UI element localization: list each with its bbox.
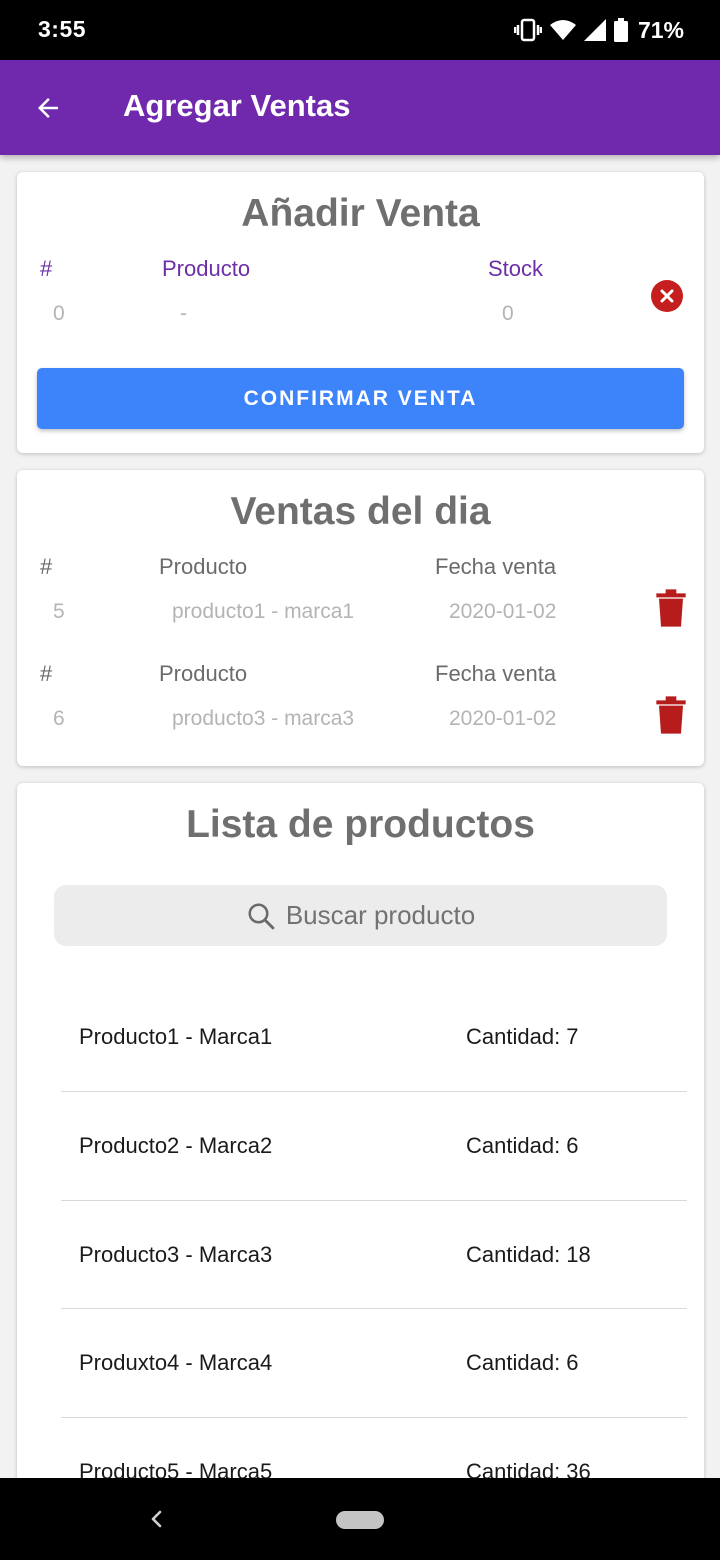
confirm-sale-button[interactable]: CONFIRMAR VENTA [37,368,684,429]
product-quantity: Cantidad: 6 [466,1133,579,1158]
entry-product: producto1 - marca1 [172,600,355,623]
nav-back-icon[interactable] [142,1504,170,1534]
sale-number-value: 0 [53,302,65,325]
daily-sales-title: Ventas del dia [230,490,491,533]
product-list-card: Lista de productos Buscar producto Produ… [17,783,704,1503]
page-title: Agregar Ventas [123,88,351,123]
stock-header: Stock [488,256,544,281]
vibrate-icon [513,18,542,42]
arrow-back-icon [38,98,58,118]
product-header: Producto [162,256,251,281]
status-time: 3:55 [38,16,87,42]
sale-stock-value: 0 [502,302,514,325]
product-name: Producto1 - Marca1 [79,1024,273,1049]
product-name: Producto3 - Marca3 [79,1242,273,1267]
back-button[interactable] [24,84,72,132]
add-sale-title: Añadir Venta [241,192,480,235]
product-list-item[interactable]: Producto1 - Marca1 Cantidad: 7 [61,983,687,1091]
product-name: Producto2 - Marca2 [79,1133,273,1158]
product-quantity: Cantidad: 18 [466,1242,591,1267]
status-bar: 3:55 71% [0,0,720,60]
product-list-title: Lista de productos [186,803,535,846]
status-icons: 71% [513,14,684,46]
product-list-item[interactable]: Produxto4 - Marca4 Cantidad: 6 [61,1309,687,1417]
home-pill-icon[interactable] [336,1511,384,1529]
product-quantity: Cantidad: 7 [466,1024,579,1049]
product-name: Produxto4 - Marca4 [79,1350,273,1375]
add-sale-card: Añadir Venta # Producto Stock 0 - 0 CONF… [17,172,704,453]
product-list-item[interactable]: Producto3 - Marca3 Cantidad: 18 [61,1201,687,1309]
battery-icon [613,18,628,42]
entry-date: 2020-01-02 [449,600,557,623]
delete-sale-button[interactable] [655,695,687,735]
entry-number-header: # [40,661,53,686]
product-quantity: Cantidad: 6 [466,1350,579,1375]
sale-product-value: - [180,302,187,325]
system-nav-bar [0,1478,720,1560]
entry-date-header: Fecha venta [435,661,557,686]
entry-product-header: Producto [159,554,248,579]
search-icon [248,903,275,929]
search-placeholder: Buscar producto [285,900,476,930]
entry-product: producto3 - marca3 [172,707,355,730]
product-list-item[interactable]: Producto2 - Marca2 Cantidad: 6 [61,1092,687,1200]
search-input[interactable]: Buscar producto [54,885,667,946]
entry-number: 5 [53,600,65,623]
entry-date-header: Fecha venta [435,554,557,579]
entry-date: 2020-01-02 [449,707,557,730]
remove-sale-button[interactable] [651,280,683,312]
wifi-icon [549,19,576,41]
entry-number: 6 [53,707,65,730]
daily-sales-card: Ventas del dia # Producto Fecha venta 5 … [17,470,704,766]
entry-number-header: # [40,554,53,579]
battery-percent: 71% [637,16,684,43]
cancel-icon [660,289,674,303]
entry-product-header: Producto [159,661,248,686]
app-bar: Agregar Ventas [0,60,720,155]
signal-icon [583,19,606,41]
delete-sale-button[interactable] [655,588,687,628]
number-header: # [40,256,53,281]
